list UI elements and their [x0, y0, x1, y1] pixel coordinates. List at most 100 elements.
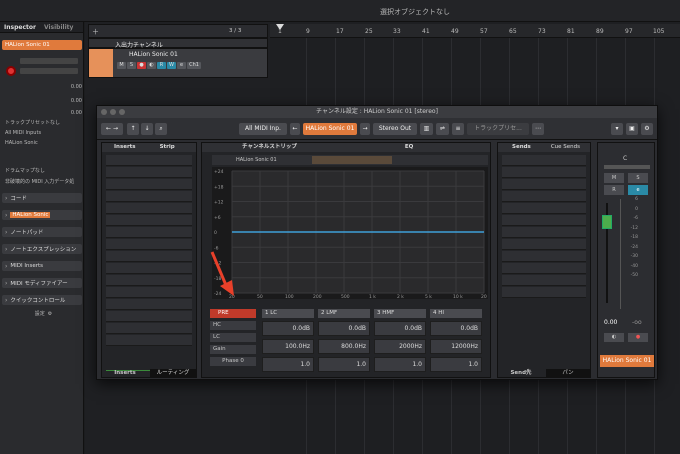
tab-strip[interactable]: Strip [160, 144, 175, 150]
low-cut-toggle[interactable]: LC [210, 333, 256, 342]
band-4-q[interactable]: 1.0 [430, 357, 482, 372]
folder-track[interactable]: 入出力チャンネル [88, 38, 268, 49]
tab-inspector[interactable]: Inspector [0, 24, 40, 31]
pan-slider[interactable] [604, 165, 650, 169]
record-button[interactable]: ● [628, 333, 648, 342]
send-slot[interactable] [502, 251, 586, 262]
insert-slot[interactable] [106, 275, 192, 286]
send-slot[interactable] [502, 275, 586, 286]
send-slot[interactable] [502, 191, 586, 202]
band-1-gain[interactable]: 0.0dB [262, 321, 314, 336]
down-arrow-icon[interactable]: ↓ [141, 123, 153, 135]
solo-button[interactable]: S [628, 173, 648, 183]
section-midi-modifiers[interactable]: › MIDI モディファイアー [2, 278, 82, 288]
volume-row[interactable]: 0.00 [2, 82, 82, 91]
insert-slot[interactable] [106, 167, 192, 178]
pan-row[interactable]: 0.00 [2, 96, 82, 105]
insert-slot[interactable] [106, 251, 192, 262]
read-button[interactable]: R [604, 185, 624, 195]
output-row[interactable]: HALion Sonic [2, 138, 82, 147]
bottom-tab-send-dest[interactable]: Send先 [498, 369, 544, 378]
add-track-icon[interactable]: ＋ [92, 27, 99, 37]
midi-in-row[interactable]: All MIDI Inputs [2, 128, 82, 137]
band-2-gain[interactable]: 0.0dB [318, 321, 370, 336]
dropdown-icon[interactable]: ▾ [611, 123, 623, 135]
window-layout-icon[interactable]: ▣ [626, 123, 638, 135]
edit-button[interactable]: e [628, 185, 648, 195]
band-2-header[interactable]: 2 LMF [318, 309, 370, 318]
channel-name-field[interactable]: HALion Sonic 01 [303, 123, 357, 135]
section-chord[interactable]: › コード [2, 193, 82, 203]
up-arrow-icon[interactable]: ↑ [127, 123, 139, 135]
insert-slot[interactable] [106, 263, 192, 274]
arrow-left-icon[interactable]: ← [290, 123, 300, 135]
tab-eq[interactable]: EQ [405, 144, 413, 150]
output-routing-select[interactable]: Stereo Out [373, 123, 417, 135]
arrow-right-icon[interactable]: → [360, 123, 370, 135]
send-slot[interactable] [502, 287, 586, 298]
bottom-tab-inserts[interactable]: Inserts [102, 369, 148, 378]
tab-sends[interactable]: Sends [512, 144, 531, 150]
instrument-icon[interactable]: ▥ [420, 123, 433, 135]
insert-slot[interactable] [106, 179, 192, 190]
band-3-gain[interactable]: 0.0dB [374, 321, 426, 336]
section-halion[interactable]: › HALion Sonic [2, 210, 82, 220]
read-button[interactable]: R [157, 62, 166, 69]
record-button[interactable] [6, 66, 16, 76]
eq-preset-select[interactable] [312, 156, 392, 164]
insert-slot[interactable] [106, 299, 192, 310]
band-3-freq[interactable]: 2000Hz [374, 339, 426, 354]
insert-slot[interactable] [106, 323, 192, 334]
send-slot[interactable] [502, 179, 586, 190]
playhead-marker[interactable] [276, 24, 284, 30]
write-button[interactable]: W [167, 62, 176, 69]
settings-row[interactable]: 設定 ⚙ [2, 309, 82, 318]
track-preset-field[interactable]: トラックプリセ... [467, 123, 529, 135]
zoom-icon[interactable] [119, 109, 125, 115]
close-icon[interactable] [101, 109, 107, 115]
window-titlebar[interactable]: チャンネル設定 : HALion Sonic 01 [stereo] [97, 106, 657, 118]
band-3-q[interactable]: 1.0 [374, 357, 426, 372]
instrument-track[interactable]: HALion Sonic 01 M S ● ◐ R We Ch1 [88, 48, 268, 78]
monitor-button[interactable]: ◐ [604, 333, 624, 342]
band-2-freq[interactable]: 800.0Hz [318, 339, 370, 354]
drummap-row[interactable]: ドラムマップなし [2, 166, 82, 175]
band-1-freq[interactable]: 100.0Hz [262, 339, 314, 354]
mute-button[interactable]: M [604, 173, 624, 183]
send-slot[interactable] [502, 203, 586, 214]
send-slot[interactable] [502, 167, 586, 178]
band-3-header[interactable]: 3 HMF [374, 309, 426, 318]
channel-label[interactable]: Ch1 [187, 62, 201, 69]
ruler[interactable]: 1 9 17 25 33 41 49 57 65 73 81 89 97 105 [270, 24, 680, 38]
delay-row[interactable]: 0.00 [2, 108, 82, 117]
section-notepad[interactable]: › ノートパッド [2, 227, 82, 237]
back-forward-buttons[interactable]: ← → [101, 123, 123, 135]
send-slot[interactable] [502, 263, 586, 274]
tab-inserts[interactable]: Inserts [114, 144, 136, 150]
monitor-button[interactable]: ◐ [147, 62, 156, 69]
high-cut-toggle[interactable]: HC [210, 321, 256, 330]
eq-icon[interactable]: ≡ [452, 123, 464, 135]
band-4-gain[interactable]: 0.0dB [430, 321, 482, 336]
band-1-header[interactable]: 1 LC [262, 309, 314, 318]
section-midi-inserts[interactable]: › MIDI Inserts [2, 261, 82, 271]
volume-fader-handle[interactable] [602, 215, 612, 229]
gear-icon[interactable]: ⚙ [641, 123, 653, 135]
section-quick-controls[interactable]: › クイックコントロール [2, 295, 82, 305]
tab-visibility[interactable]: Visibility [40, 24, 77, 31]
bottom-tab-routing[interactable]: ルーティング [150, 369, 196, 378]
input-routing-select[interactable]: All MIDI Inp. [239, 123, 287, 135]
band-4-header[interactable]: 4 HI [430, 309, 482, 318]
preset-row[interactable]: トラックプリセットなし [2, 118, 82, 127]
phase-button[interactable]: Phase 0 [210, 357, 256, 366]
search-icon[interactable]: ⌕ [155, 123, 167, 135]
send-slot[interactable] [502, 227, 586, 238]
mute-button[interactable]: M [117, 62, 126, 69]
pre-filter-header[interactable]: PRE [210, 309, 256, 318]
toggle-row[interactable] [20, 58, 78, 64]
eq-curve-display[interactable]: +24+18+12+60-6-12-18-24 20501002005001 k… [212, 167, 488, 299]
band-2-q[interactable]: 1.0 [318, 357, 370, 372]
bottom-tab-pan[interactable]: パン [546, 369, 590, 378]
section-note-expression[interactable]: › ノートエクスプレッション [2, 244, 82, 254]
send-slot[interactable] [502, 155, 586, 166]
